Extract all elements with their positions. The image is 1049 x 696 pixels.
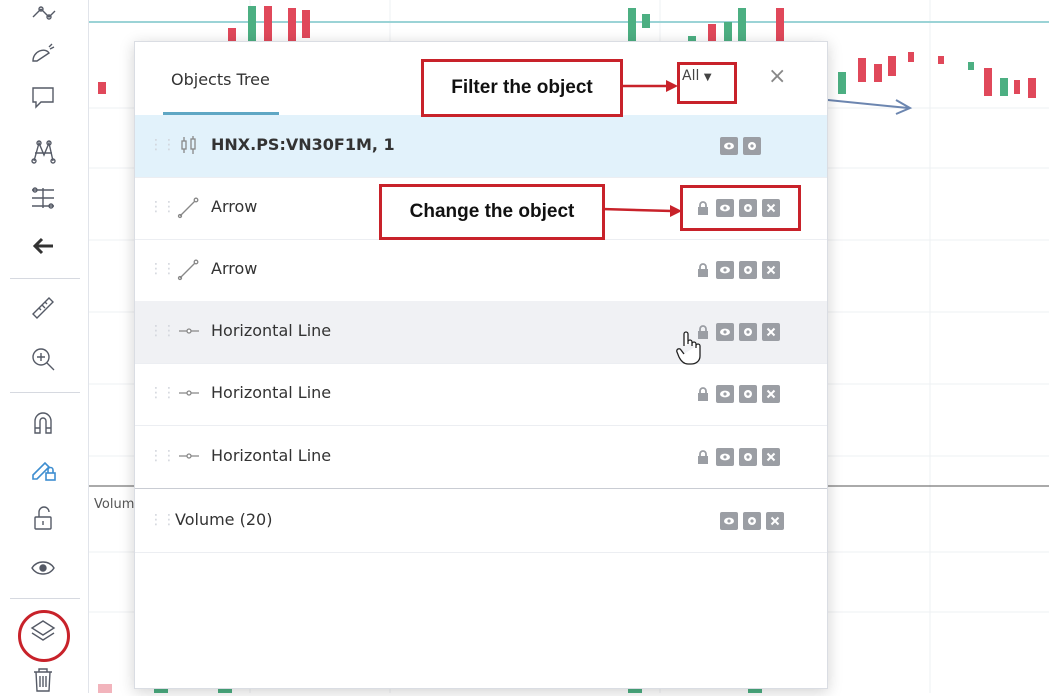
row-actions bbox=[720, 137, 761, 155]
lock-icon[interactable] bbox=[695, 448, 711, 466]
toolbar-divider bbox=[10, 392, 80, 393]
change-callout: Change the object bbox=[379, 184, 605, 240]
tree-row-label: Horizontal Line bbox=[211, 446, 332, 465]
trend-line-icon[interactable] bbox=[26, 0, 60, 34]
visibility-icon[interactable] bbox=[716, 448, 734, 466]
tree-row-drawing[interactable]: ⋮⋮ Horizontal Line bbox=[135, 363, 827, 426]
settings-gear-icon[interactable] bbox=[739, 385, 757, 403]
tree-row-label: Volume (20) bbox=[175, 510, 273, 529]
back-arrow-icon[interactable] bbox=[26, 229, 60, 263]
zoom-in-icon[interactable] bbox=[26, 342, 60, 376]
unlock-icon[interactable] bbox=[26, 501, 60, 535]
trash-icon[interactable] bbox=[26, 662, 60, 696]
tree-row-drawing[interactable]: ⋮⋮ Horizontal Line bbox=[135, 426, 827, 489]
objects-tree-panel: Objects Tree All ▼ × ⋮⋮ HNX.PS:VN30F1M, … bbox=[134, 41, 828, 689]
delete-icon[interactable] bbox=[762, 448, 780, 466]
close-button[interactable]: × bbox=[768, 64, 786, 89]
tree-row-drawing[interactable]: ⋮⋮ Horizontal Line bbox=[135, 301, 827, 364]
curve-icon[interactable] bbox=[26, 36, 60, 70]
row-actions bbox=[695, 323, 780, 341]
callout-icon[interactable] bbox=[26, 80, 60, 114]
hline-icon bbox=[177, 319, 201, 343]
drag-handle-icon[interactable]: ⋮⋮ bbox=[149, 323, 176, 339]
drag-handle-icon[interactable]: ⋮⋮ bbox=[149, 448, 176, 464]
drag-handle-icon[interactable]: ⋮⋮ bbox=[149, 137, 176, 153]
fib-icon[interactable] bbox=[26, 181, 60, 215]
settings-gear-icon[interactable] bbox=[739, 323, 757, 341]
tree-row-label: Arrow bbox=[211, 259, 258, 278]
filter-callout: Filter the object bbox=[421, 59, 623, 117]
drag-handle-icon[interactable]: ⋮⋮ bbox=[149, 261, 176, 277]
pattern-icon[interactable] bbox=[26, 134, 60, 168]
row-actions bbox=[720, 512, 784, 530]
toolbar-divider bbox=[10, 278, 80, 279]
visibility-icon[interactable] bbox=[716, 323, 734, 341]
layers-highlight-circle bbox=[18, 610, 70, 662]
settings-gear-icon[interactable] bbox=[739, 448, 757, 466]
delete-icon[interactable] bbox=[762, 385, 780, 403]
row-actions bbox=[695, 261, 780, 279]
delete-icon[interactable] bbox=[762, 323, 780, 341]
visibility-icon[interactable] bbox=[720, 137, 738, 155]
arrow-tool-icon bbox=[177, 257, 201, 281]
visibility-icon[interactable] bbox=[716, 261, 734, 279]
arrow-tool-icon bbox=[177, 195, 201, 219]
hand-cursor-icon bbox=[676, 331, 701, 365]
panel-title[interactable]: Objects Tree bbox=[171, 70, 270, 89]
drag-handle-icon[interactable]: ⋮⋮ bbox=[149, 385, 176, 401]
delete-icon[interactable] bbox=[762, 261, 780, 279]
hline-icon bbox=[177, 444, 201, 468]
tree-row-label: Horizontal Line bbox=[211, 383, 332, 402]
tree-row-drawing[interactable]: ⋮⋮ Arrow bbox=[135, 239, 827, 302]
filter-highlight-box bbox=[677, 62, 737, 104]
delete-icon[interactable] bbox=[766, 512, 784, 530]
volume-pane-label: Volum bbox=[94, 497, 135, 512]
toolbar-divider bbox=[10, 598, 80, 599]
lock-icon[interactable] bbox=[695, 385, 711, 403]
tree-row-label: Horizontal Line bbox=[211, 321, 332, 340]
lock-drawing-icon[interactable] bbox=[26, 452, 60, 486]
row-actions bbox=[695, 448, 780, 466]
row-actions bbox=[695, 385, 780, 403]
hline-icon bbox=[177, 381, 201, 405]
actions-highlight-box bbox=[680, 185, 801, 231]
settings-gear-icon[interactable] bbox=[739, 261, 757, 279]
tree-row-study[interactable]: ⋮⋮ Volume (20) bbox=[135, 490, 827, 553]
visibility-icon[interactable] bbox=[720, 512, 738, 530]
tree-row-label: Arrow bbox=[211, 197, 258, 216]
settings-gear-icon[interactable] bbox=[743, 512, 761, 530]
visibility-icon[interactable] bbox=[716, 385, 734, 403]
lock-icon[interactable] bbox=[695, 261, 711, 279]
candles-icon bbox=[177, 133, 201, 157]
magnet-icon[interactable] bbox=[26, 406, 60, 440]
eye-icon[interactable] bbox=[26, 551, 60, 585]
drawing-toolbar bbox=[0, 0, 89, 693]
drag-handle-icon[interactable]: ⋮⋮ bbox=[149, 512, 176, 528]
ruler-icon[interactable] bbox=[26, 291, 60, 325]
drag-handle-icon[interactable]: ⋮⋮ bbox=[149, 199, 176, 215]
settings-gear-icon[interactable] bbox=[743, 137, 761, 155]
tree-row-label: HNX.PS:VN30F1M, 1 bbox=[211, 135, 395, 154]
tree-row-symbol[interactable]: ⋮⋮ HNX.PS:VN30F1M, 1 bbox=[135, 115, 827, 178]
